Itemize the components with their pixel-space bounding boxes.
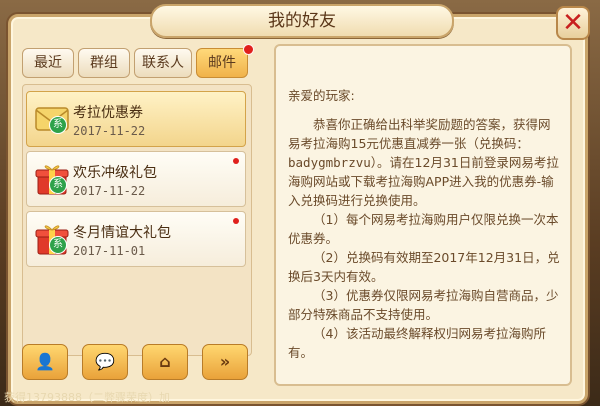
mail-title: 考拉优惠券 — [73, 105, 143, 121]
unread-dot — [233, 158, 239, 164]
chat-button[interactable]: 💬 — [82, 344, 128, 380]
mail-paragraph-start: 恭喜你正确给出科举奖励题的答案，获得网易考拉海购15元优惠直减券一张（兑换码： — [288, 117, 551, 151]
mail-greeting: 亲爱的玩家: — [288, 88, 355, 103]
next-icon: » — [219, 352, 231, 371]
mail-title: 欢乐冲级礼包 — [73, 165, 157, 181]
home-button[interactable]: ⌂ — [142, 344, 188, 380]
bottom-toolbar: 👤 💬 ⌂ » — [20, 344, 260, 384]
unread-dot — [233, 218, 239, 224]
mail-rule: （4）该活动最终解释权归网易考拉海购所有。 — [288, 326, 546, 360]
chat-icon: 💬 — [95, 352, 115, 371]
mail-date: 2017-11-22 — [73, 124, 146, 138]
close-icon: ✕ — [562, 8, 584, 38]
mail-paragraph: 恭喜你正确给出科举奖励题的答案，获得网易考拉海购15元优惠直减券一张（兑换码： b… — [288, 115, 560, 210]
mail-item[interactable]: 系 欢乐冲级礼包 2017-11-22 — [26, 151, 246, 207]
next-button[interactable]: » — [202, 344, 248, 380]
tab-bar: 最近 群组 联系人 邮件 — [20, 44, 260, 78]
tab-recent[interactable]: 最近 — [22, 48, 74, 78]
mail-list: 系 考拉优惠券 2017-11-22 系 欢乐冲级礼包 2017-11-22 系… — [22, 84, 252, 356]
tab-contacts[interactable]: 联系人 — [134, 48, 192, 78]
mail-rule: （2）兑换码有效期至2017年12月31日，兑换后3天内有效。 — [288, 250, 560, 284]
mail-title: 冬月情谊大礼包 — [73, 225, 171, 241]
tab-groups[interactable]: 群组 — [78, 48, 130, 78]
system-badge: 系 — [49, 236, 67, 254]
mail-date: 2017-11-22 — [73, 184, 146, 198]
mail-item[interactable]: 系 考拉优惠券 2017-11-22 — [26, 91, 246, 147]
system-badge: 系 — [49, 116, 67, 134]
add-friend-icon: 👤 — [35, 352, 55, 371]
window-title: 我的好友 — [150, 4, 454, 38]
mail-date: 2017-11-01 — [73, 244, 146, 258]
mail-body: 亲爱的玩家: 恭喜你正确给出科举奖励题的答案，获得网易考拉海购15元优惠直减券一… — [288, 86, 560, 362]
add-friend-button[interactable]: 👤 — [22, 344, 68, 380]
redeem-code: badygmbrzvu — [288, 155, 371, 170]
left-panel: 最近 群组 联系人 邮件 系 考拉优惠券 2017-11-22 系 欢乐冲级礼包… — [20, 44, 260, 386]
mail-tab-notification-dot — [243, 44, 254, 55]
mail-rule: （3）优惠券仅限网易考拉海购自营商品，少部分特殊商品不支持使用。 — [288, 288, 559, 322]
tab-mail[interactable]: 邮件 — [196, 48, 248, 78]
chat-message: 获得13793888（二弊骤荣度）加 — [4, 391, 170, 404]
system-badge: 系 — [49, 176, 67, 194]
mail-rule: （1）每个网易考拉海购用户仅限兑换一次本优惠券。 — [288, 212, 559, 246]
mail-content-panel: 亲爱的玩家: 恭喜你正确给出科举奖励题的答案，获得网易考拉海购15元优惠直减券一… — [274, 44, 572, 386]
home-icon: ⌂ — [159, 352, 171, 371]
close-button[interactable]: ✕ — [556, 6, 590, 40]
mail-item[interactable]: 系 冬月情谊大礼包 2017-11-01 — [26, 211, 246, 267]
